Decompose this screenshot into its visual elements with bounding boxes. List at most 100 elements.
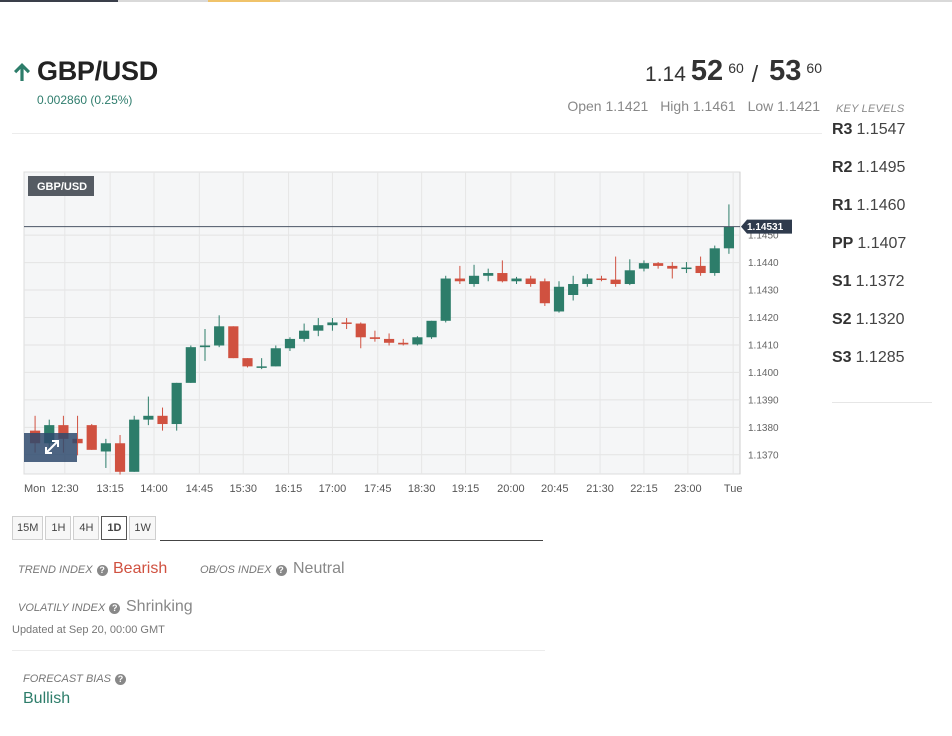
key-level-value: 1.1372 (855, 273, 905, 290)
candle-body (653, 263, 664, 266)
low-price: Low 1.1421 (747, 98, 820, 114)
timeframe-underline (160, 540, 543, 541)
candle (412, 336, 423, 346)
candle (270, 345, 281, 367)
help-icon[interactable]: ? (96, 564, 108, 576)
key-level-name: R1 (832, 197, 853, 214)
timeframe-15m-button[interactable]: 15M (12, 516, 44, 540)
x-tick-label: 19:15 (452, 483, 480, 495)
candle-body (681, 267, 692, 270)
y-axis-ticks: 1.14501.14401.14301.14201.14101.14001.13… (748, 231, 779, 462)
candle-body (412, 337, 423, 345)
y-tick-label: 1.1430 (748, 286, 779, 297)
timeframe-selector: 15M 1H 4H 1D 1W (12, 516, 158, 540)
candle (171, 382, 182, 431)
timeframe-1w-button[interactable]: 1W (129, 516, 156, 540)
candle-body (270, 348, 281, 367)
candle (426, 320, 437, 339)
expand-chart-button[interactable] (24, 433, 77, 462)
x-tick-label: Tue (724, 483, 743, 495)
timeframe-4h-button[interactable]: 4H (73, 516, 100, 540)
y-tick-label: 1.1410 (748, 340, 779, 351)
candle-body (525, 278, 536, 285)
bid-fraction: 60 (728, 60, 744, 76)
candle-body (341, 322, 352, 324)
x-tick-label: 12:30 (51, 483, 79, 495)
key-levels-divider (832, 402, 932, 403)
candle-body (610, 279, 621, 285)
x-tick-label: 15:30 (229, 483, 257, 495)
candle (440, 275, 451, 323)
forecast-bias-label: FORECAST BIAS? (23, 673, 127, 685)
help-icon[interactable]: ? (275, 564, 287, 576)
key-level-r2: R2 1.1495 (832, 159, 932, 197)
key-level-value: 1.1320 (855, 311, 905, 328)
arrow-up-icon (14, 62, 30, 81)
price-change: 0.002860 (0.25%) (37, 93, 133, 107)
candle (709, 245, 720, 276)
candle-body (143, 415, 154, 420)
candle-body (256, 366, 267, 368)
candle-body (511, 278, 522, 282)
key-level-value: 1.1547 (856, 121, 906, 138)
x-tick-label: 16:15 (275, 483, 303, 495)
nav-segment-dark (0, 0, 118, 2)
key-level-value: 1.1285 (855, 349, 905, 366)
candle-body (568, 284, 579, 295)
chart-svg[interactable]: 1.14501.14401.14301.14201.14101.14001.13… (0, 160, 800, 500)
candle-body (299, 330, 310, 339)
y-tick-label: 1.1390 (748, 395, 779, 406)
quote-separator: / (751, 61, 759, 87)
candle-body (327, 322, 338, 326)
candle-body (242, 358, 253, 367)
last-price-tag: 1.14531 (741, 219, 792, 234)
y-tick-label: 1.1440 (748, 258, 779, 269)
candle-body (100, 443, 111, 452)
candle (129, 415, 140, 472)
candle-body (638, 263, 650, 269)
candle-body (468, 275, 480, 285)
candlestick-chart[interactable]: 1.1450 1.1440 1.1430 1.1420 1.1410 1.1400 1.13… (0, 160, 800, 500)
help-icon[interactable]: ? (109, 602, 121, 614)
candle-body (369, 337, 381, 339)
y-tick-label: 1.1400 (748, 368, 779, 379)
key-level-s2: S2 1.1320 (832, 311, 932, 349)
volatility-index-label: VOLATILY INDEX? (18, 602, 121, 614)
ask-pips: 53 (769, 55, 802, 87)
x-tick-label: 14:45 (186, 483, 214, 495)
indicators-divider (12, 650, 545, 651)
obos-index-label: OB/OS INDEX? (200, 564, 287, 576)
key-level-pp: PP 1.1407 (832, 235, 932, 273)
obos-index-value: Neutral (293, 560, 345, 577)
nav-segment-accent (208, 0, 280, 2)
help-icon[interactable]: ? (115, 673, 127, 685)
timeframe-1d-button[interactable]: 1D (101, 516, 128, 540)
x-tick-label: 17:00 (319, 483, 347, 495)
open-high-low: Open 1.1421 High 1.1461 Low 1.1421 (559, 98, 820, 114)
candle-body (214, 326, 225, 346)
header-divider (12, 133, 822, 134)
volatility-index-value: Shrinking (126, 598, 193, 615)
candle-body (383, 338, 395, 343)
x-tick-label: 23:00 (674, 483, 702, 495)
candle-body (185, 347, 196, 383)
forecast-bias-value: Bullish (23, 690, 71, 707)
x-tick-label: 20:45 (541, 483, 569, 495)
x-tick-label: 18:30 (408, 483, 436, 495)
x-tick-label: 21:30 (586, 483, 614, 495)
x-tick-label: 22:15 (630, 483, 658, 495)
candle-body (497, 273, 508, 282)
high-price: High 1.1461 (660, 98, 736, 114)
key-level-r1: R1 1.1460 (832, 197, 932, 235)
volatility-index-label-text: VOLATILY INDEX (18, 602, 106, 614)
candle-body (171, 382, 182, 425)
last-price-label: 1.14531 (747, 222, 784, 233)
x-tick-label: 14:00 (140, 483, 168, 495)
x-tick-label: 20:00 (497, 483, 525, 495)
bid-ask-quote: 1.14 52 60 / 53 60 (645, 54, 822, 88)
candle-body (228, 326, 239, 359)
forecast-bias-label-text: FORECAST BIAS (23, 673, 112, 685)
candle (242, 358, 253, 368)
pair-name: GBP/USD (37, 56, 158, 86)
timeframe-1h-button[interactable]: 1H (45, 516, 72, 540)
